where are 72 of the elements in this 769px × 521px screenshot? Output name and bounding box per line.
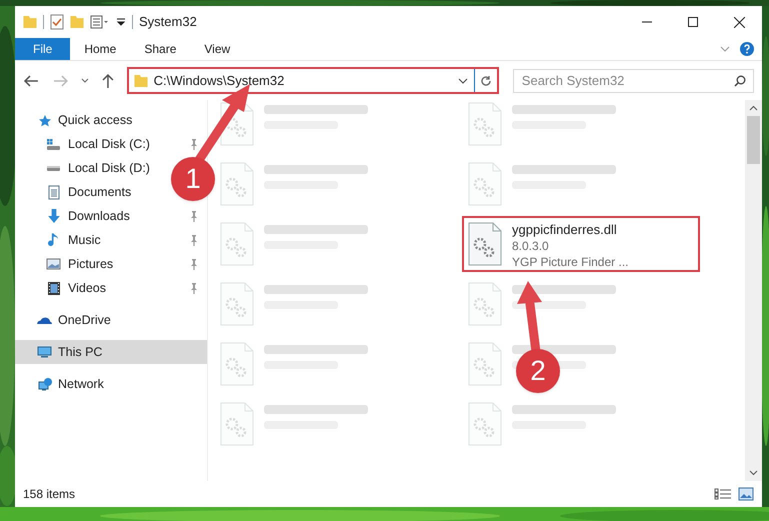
up-arrow-icon[interactable] bbox=[100, 72, 115, 88]
scrollbar-thumb[interactable] bbox=[747, 116, 760, 164]
search-icon bbox=[734, 74, 746, 86]
highlighted-file-tile[interactable]: ygppicfinderres.dll 8.0.3.0 YGP Picture Finder ... bbox=[462, 216, 700, 272]
faded-file-icon bbox=[220, 162, 254, 206]
ribbon-tab[interactable]: Share bbox=[130, 38, 190, 60]
close-icon bbox=[734, 16, 744, 28]
pin-icon[interactable] bbox=[189, 234, 199, 246]
document-icon bbox=[48, 184, 60, 200]
faded-file-icon bbox=[468, 162, 502, 206]
recent-caret-icon[interactable] bbox=[80, 78, 89, 84]
nav-item[interactable]: Network bbox=[15, 372, 207, 396]
tiles-view-icon[interactable] bbox=[738, 487, 754, 501]
faded-file-icon bbox=[468, 342, 502, 386]
faded-file-icon bbox=[468, 282, 502, 326]
folder-icon bbox=[134, 74, 148, 86]
faded-file-icon bbox=[220, 402, 254, 446]
item-count: 158 items bbox=[23, 486, 76, 503]
drive-icon bbox=[47, 138, 60, 150]
window-title: System32 bbox=[139, 13, 197, 32]
faded-file-icon bbox=[468, 102, 502, 146]
pin-icon[interactable] bbox=[189, 282, 199, 294]
pin-icon[interactable] bbox=[189, 138, 199, 150]
properties-icon[interactable] bbox=[50, 14, 64, 30]
search-field[interactable]: Search System32 bbox=[512, 68, 754, 92]
maximize-icon bbox=[688, 17, 698, 27]
nav-item[interactable]: Downloads bbox=[15, 204, 207, 228]
minimize-icon bbox=[642, 21, 652, 23]
star-icon bbox=[38, 114, 52, 126]
back-arrow-icon[interactable] bbox=[23, 74, 39, 88]
scroll-down-icon[interactable] bbox=[749, 470, 758, 476]
nav-item[interactable]: OneDrive bbox=[15, 308, 207, 332]
monitor-icon bbox=[37, 346, 52, 358]
dropdown-caret-icon[interactable] bbox=[458, 78, 468, 84]
details-view-icon[interactable] bbox=[714, 488, 732, 500]
nav-item[interactable]: Quick access bbox=[15, 108, 207, 132]
nav-item[interactable]: Local Disk (C:) bbox=[15, 132, 207, 156]
pin-icon[interactable] bbox=[189, 210, 199, 222]
nav-item[interactable]: Local Disk (D:) bbox=[15, 156, 154, 180]
picture-icon bbox=[46, 258, 61, 270]
down-arrow-icon bbox=[48, 209, 60, 223]
nav-item[interactable]: Videos bbox=[15, 276, 207, 300]
network-icon bbox=[38, 378, 52, 390]
ribbon-tab[interactable]: File bbox=[15, 38, 70, 60]
nav-item[interactable]: Music bbox=[15, 228, 207, 252]
view-options-icon[interactable] bbox=[90, 15, 110, 29]
nav-item[interactable]: Documents bbox=[15, 180, 136, 204]
scroll-up-icon[interactable] bbox=[749, 105, 758, 111]
faded-file-icon bbox=[220, 282, 254, 326]
faded-file-icon bbox=[220, 342, 254, 386]
faded-file-icon bbox=[468, 402, 502, 446]
file-detail: 8.0.3.0 bbox=[512, 238, 550, 254]
ribbon-tab[interactable]: Home bbox=[70, 38, 130, 60]
pin-icon[interactable] bbox=[189, 258, 199, 270]
help-icon[interactable] bbox=[740, 42, 754, 56]
file-detail: YGP Picture Finder ... bbox=[512, 254, 628, 270]
faded-file-icon bbox=[220, 102, 254, 146]
film-icon bbox=[48, 282, 60, 294]
file-name: ygppicfinderres.dll bbox=[512, 222, 618, 238]
music-note-icon bbox=[48, 233, 59, 247]
nav-item[interactable]: Pictures bbox=[15, 252, 207, 276]
nav-item[interactable]: This PC bbox=[15, 340, 207, 364]
gear-file-icon bbox=[468, 222, 502, 266]
faded-file-icon bbox=[220, 222, 254, 266]
cloud-icon bbox=[37, 316, 52, 324]
customize-caret-icon[interactable] bbox=[116, 18, 126, 26]
chevron-down-icon[interactable] bbox=[720, 46, 730, 52]
address-path: C:\Windows\System32 bbox=[154, 72, 284, 90]
address-bar[interactable]: C:\Windows\System32 bbox=[126, 67, 499, 94]
drive-icon bbox=[47, 166, 60, 170]
refresh-icon[interactable] bbox=[480, 74, 492, 86]
ribbon-tab[interactable]: View bbox=[190, 38, 244, 60]
